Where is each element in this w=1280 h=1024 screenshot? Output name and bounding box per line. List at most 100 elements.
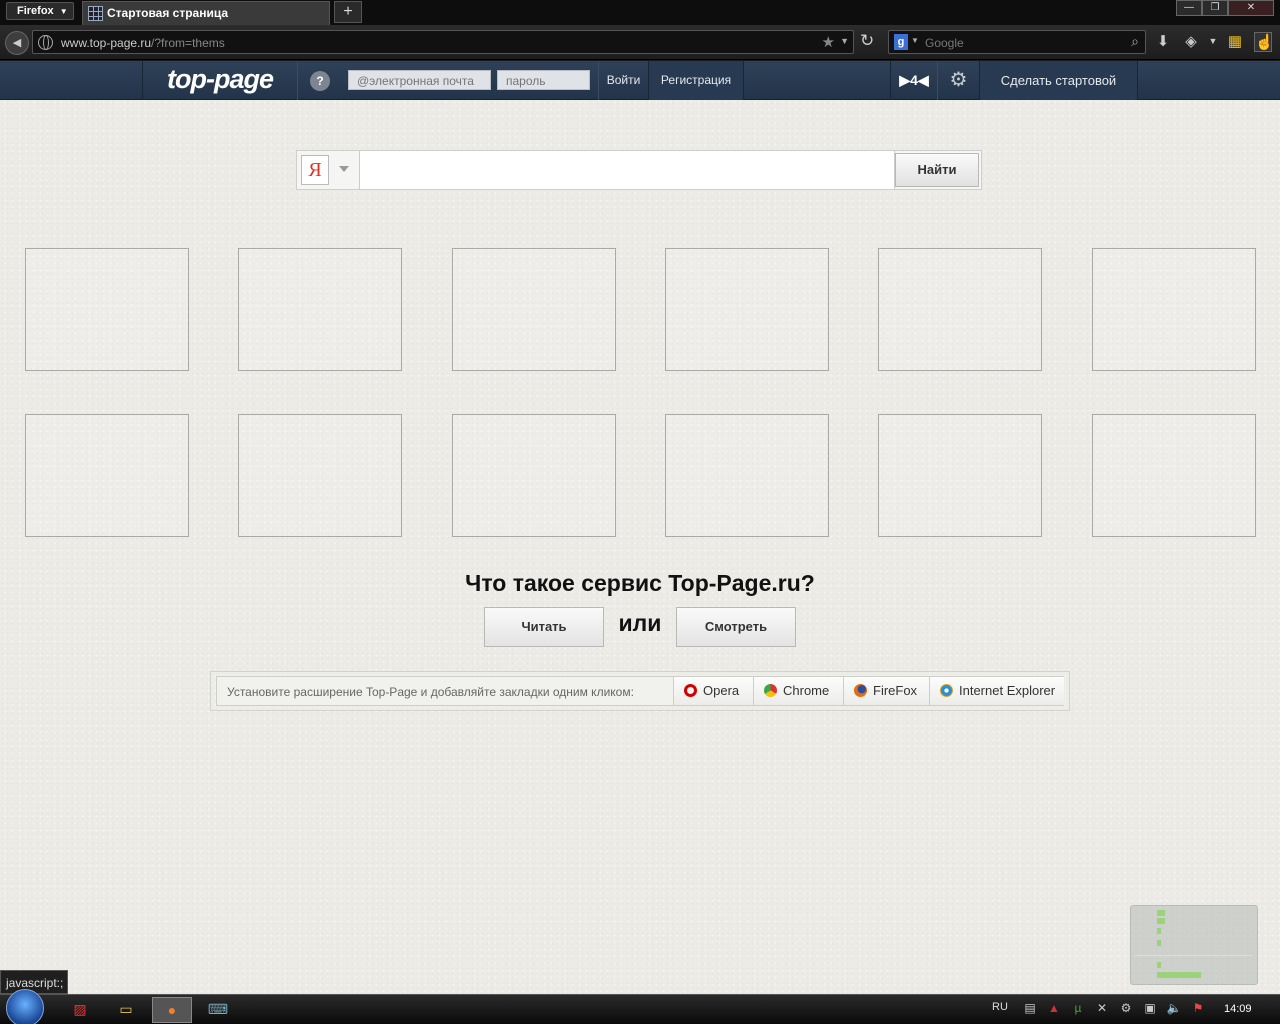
windows-taskbar: ▨ ▭ ● ⌨ RU ▤ ▲ µ ✕ ⚙ ▣ 🔈 ⚑ 14:09 xyxy=(0,989,1280,1024)
search-icon[interactable]: ⌕ xyxy=(1131,33,1139,50)
addon-icon[interactable]: ◈ xyxy=(1182,32,1200,52)
network-app-icon[interactable]: ▲ xyxy=(1046,1001,1062,1017)
email-field[interactable] xyxy=(348,70,491,90)
bookmark-tile[interactable] xyxy=(1092,248,1256,371)
utorrent-icon[interactable]: µ xyxy=(1070,1001,1086,1017)
make-start-page-button[interactable]: Сделать стартовой xyxy=(980,61,1138,100)
firefox-menu-button[interactable]: Firefox ▼ xyxy=(6,2,74,20)
app-icon[interactable]: ▨ xyxy=(60,997,100,1023)
ie-extension-button[interactable]: Internet Explorer xyxy=(929,677,1064,705)
memory-usage-bar xyxy=(1157,972,1201,978)
chrome-icon xyxy=(764,684,777,697)
opera-extension-button[interactable]: Opera xyxy=(673,677,753,705)
watch-button[interactable]: Смотреть xyxy=(676,607,796,647)
system-monitor-gadget xyxy=(1130,905,1258,985)
download-icon[interactable]: ⬇ xyxy=(1154,32,1172,52)
start-button[interactable] xyxy=(6,989,44,1024)
or-label: или xyxy=(618,610,662,636)
about-heading: Что такое сервис Top-Page.ru? xyxy=(465,570,815,596)
chrome-extension-button[interactable]: Chrome xyxy=(753,677,843,705)
browser-tab[interactable]: Стартовая страница xyxy=(82,1,330,25)
volume-icon[interactable]: 🔈 xyxy=(1166,1001,1182,1017)
pointer-icon[interactable]: ☝ xyxy=(1254,32,1274,52)
internet-explorer-icon xyxy=(940,684,953,697)
grid-icon xyxy=(88,6,103,21)
folder-icon[interactable]: ▭ xyxy=(106,997,146,1023)
core-usage-bar xyxy=(1157,910,1165,916)
site-logo[interactable]: top-page xyxy=(142,61,298,100)
browser-navigation-bar: ◀ www.top-page.ru/?from=thems ★ ▼ ↻ g ▼ … xyxy=(0,25,1280,60)
bookmark-tile[interactable] xyxy=(452,414,616,537)
reload-icon[interactable]: ↻ xyxy=(860,31,874,51)
search-placeholder: Google xyxy=(925,36,964,50)
url-path: /?from=thems xyxy=(151,36,225,50)
keyboard-icon[interactable]: ⌨ xyxy=(198,997,238,1023)
tab-title: Стартовая страница xyxy=(107,6,229,20)
bookmark-tile[interactable] xyxy=(878,414,1042,537)
chevron-down-icon: ▼ xyxy=(59,7,68,16)
url-domain: www.top-page.ru xyxy=(61,36,152,50)
login-button[interactable]: Войти xyxy=(598,61,648,100)
ie-label: Internet Explorer xyxy=(959,683,1056,698)
network-icon[interactable]: ▣ xyxy=(1142,1001,1158,1017)
tools-icon[interactable]: ✕ xyxy=(1094,1001,1110,1017)
back-button[interactable]: ◀ xyxy=(5,31,29,55)
opera-icon xyxy=(684,684,697,697)
minimize-button[interactable]: — xyxy=(1176,0,1202,16)
maximize-button[interactable]: ❐ xyxy=(1202,0,1228,16)
chevron-down-icon[interactable]: ▼ xyxy=(911,36,919,45)
core-usage-bar xyxy=(1157,928,1161,934)
chevron-down-icon[interactable]: ▼ xyxy=(840,36,849,46)
bookmark-tile[interactable] xyxy=(25,248,189,371)
bookmark-tile[interactable] xyxy=(238,248,402,371)
firefox-menu-label: Firefox xyxy=(17,5,54,17)
chrome-label: Chrome xyxy=(783,683,830,698)
bookmark-tile[interactable] xyxy=(452,248,616,371)
language-indicator[interactable]: RU xyxy=(992,1001,1008,1013)
close-window-button[interactable]: ✕ xyxy=(1228,0,1274,16)
site-search-box: Я Найти xyxy=(296,150,982,190)
bookmark-tile[interactable] xyxy=(238,414,402,537)
core-usage-bar xyxy=(1157,940,1161,946)
google-engine-icon[interactable]: g xyxy=(894,34,908,50)
new-tab-button[interactable]: + xyxy=(334,1,362,23)
divider xyxy=(1135,955,1253,956)
password-field[interactable] xyxy=(497,70,590,90)
bookmark-star-icon[interactable]: ★ xyxy=(822,33,835,51)
extension-panel: Установите расширение Top-Page и добавля… xyxy=(216,676,1064,706)
url-bar[interactable]: www.top-page.ru/?from=thems ★ ▼ xyxy=(32,30,854,54)
firefox-extension-button[interactable]: FireFox xyxy=(843,677,929,705)
clock[interactable]: 14:09 xyxy=(1224,1003,1252,1015)
search-input[interactable] xyxy=(359,151,895,189)
notification-icon[interactable]: ⚑ xyxy=(1190,1001,1206,1017)
read-button[interactable]: Читать xyxy=(484,607,604,647)
browser-search-bar[interactable]: g ▼ Google ⌕ xyxy=(888,30,1146,54)
find-button[interactable]: Найти xyxy=(895,153,979,187)
register-button[interactable]: Регистрация xyxy=(648,61,744,100)
help-icon[interactable]: ? xyxy=(310,71,330,91)
opera-label: Opera xyxy=(703,683,740,698)
site-header: top-page ? Войти Регистрация ▶4◀ ⚙ Сдела… xyxy=(0,61,1280,100)
firefox-icon xyxy=(854,684,867,697)
player-control[interactable]: ▶4◀ xyxy=(890,61,938,100)
bookmark-tile[interactable] xyxy=(1092,414,1256,537)
extension-prompt: Установите расширение Top-Page и добавля… xyxy=(227,685,634,699)
page-content: top-page ? Войти Регистрация ▶4◀ ⚙ Сдела… xyxy=(0,61,1280,994)
bookmark-tile[interactable] xyxy=(878,248,1042,371)
globe-icon xyxy=(38,35,53,50)
bookmark-tile[interactable] xyxy=(25,414,189,537)
yandex-icon[interactable]: Я xyxy=(301,155,329,185)
core-usage-bar xyxy=(1157,918,1165,924)
firefox-taskbar-icon[interactable]: ● xyxy=(152,997,192,1023)
bookmark-tile[interactable] xyxy=(665,248,829,371)
browser-tab-bar: Firefox ▼ Стартовая страница + — ❐ ✕ xyxy=(0,0,1280,25)
firefox-label: FireFox xyxy=(873,683,918,698)
apps-grid-icon[interactable]: ▦ xyxy=(1226,32,1244,52)
gear-icon[interactable]: ⚙ xyxy=(938,61,980,100)
chevron-down-icon[interactable] xyxy=(339,166,349,172)
bookmark-tile[interactable] xyxy=(665,414,829,537)
extension-bar: Установите расширение Top-Page и добавля… xyxy=(210,671,1070,711)
gear-icon[interactable]: ⚙ xyxy=(1118,1001,1134,1017)
terminal-icon[interactable]: ▤ xyxy=(1022,1001,1038,1017)
chevron-down-icon[interactable]: ▼ xyxy=(1204,36,1222,56)
